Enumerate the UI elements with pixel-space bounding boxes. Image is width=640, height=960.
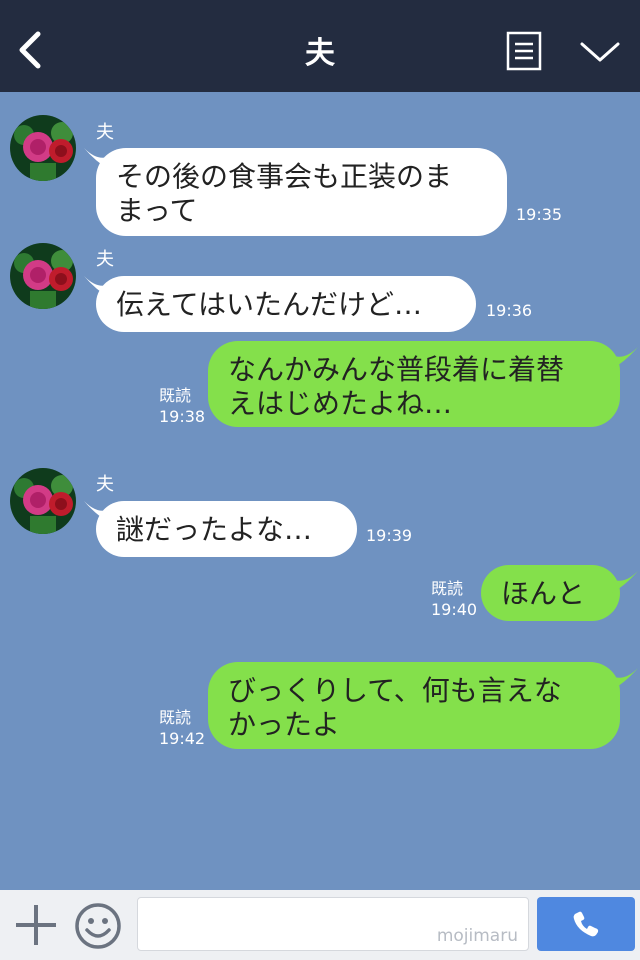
rose-avatar-icon <box>10 115 76 181</box>
message-input[interactable]: mojimaru <box>137 897 529 951</box>
phone-icon <box>573 911 599 937</box>
read-receipt: 既読 <box>431 579 464 598</box>
bubble-tail <box>612 668 638 690</box>
message-time: 19:40 <box>431 600 478 619</box>
message-bubble[interactable]: 謎だったよな… <box>96 501 357 557</box>
message-time: 19:42 <box>159 729 206 748</box>
message-bubble[interactable]: 伝えてはいたんだけど… <box>96 276 476 332</box>
message-time: 19:39 <box>366 526 413 545</box>
message-time: 19:35 <box>516 205 563 224</box>
message-bubble[interactable]: なんかみんな普段着に着替 えはじめたよね… <box>208 341 620 427</box>
sender-name: 夫 <box>96 249 114 270</box>
message-bubble[interactable]: その後の食事会も正装のま まって <box>96 148 507 236</box>
bubble-tail <box>612 347 638 369</box>
memo-icon[interactable] <box>506 31 542 71</box>
rose-avatar-icon <box>10 243 76 309</box>
plus-icon[interactable] <box>14 903 58 947</box>
read-receipt: 既読 <box>159 386 192 405</box>
rose-avatar-icon <box>10 468 76 534</box>
message-time: 19:36 <box>486 301 533 320</box>
sender-name: 夫 <box>96 122 114 143</box>
read-receipt: 既読 <box>159 708 192 727</box>
call-button[interactable] <box>537 897 635 951</box>
emoji-icon[interactable] <box>74 902 122 950</box>
bubble-tail <box>612 571 638 593</box>
message-bubble[interactable]: びっくりして、何も言えな かったよ <box>208 662 620 749</box>
avatar[interactable] <box>10 243 76 309</box>
avatar[interactable] <box>10 115 76 181</box>
message-time: 19:38 <box>159 407 206 426</box>
sender-name: 夫 <box>96 474 114 495</box>
chevron-down-icon[interactable] <box>576 36 624 68</box>
avatar[interactable] <box>10 468 76 534</box>
chat-title: 夫 <box>305 36 335 71</box>
chat-header: 夫 <box>0 0 640 92</box>
watermark-text: mojimaru <box>436 926 518 946</box>
message-list[interactable]: 夫 その後の食事会も正装のま まって 19:35 夫 伝えてはいたんだけど… 1… <box>0 92 640 890</box>
message-bubble[interactable]: ほんと <box>481 565 620 621</box>
